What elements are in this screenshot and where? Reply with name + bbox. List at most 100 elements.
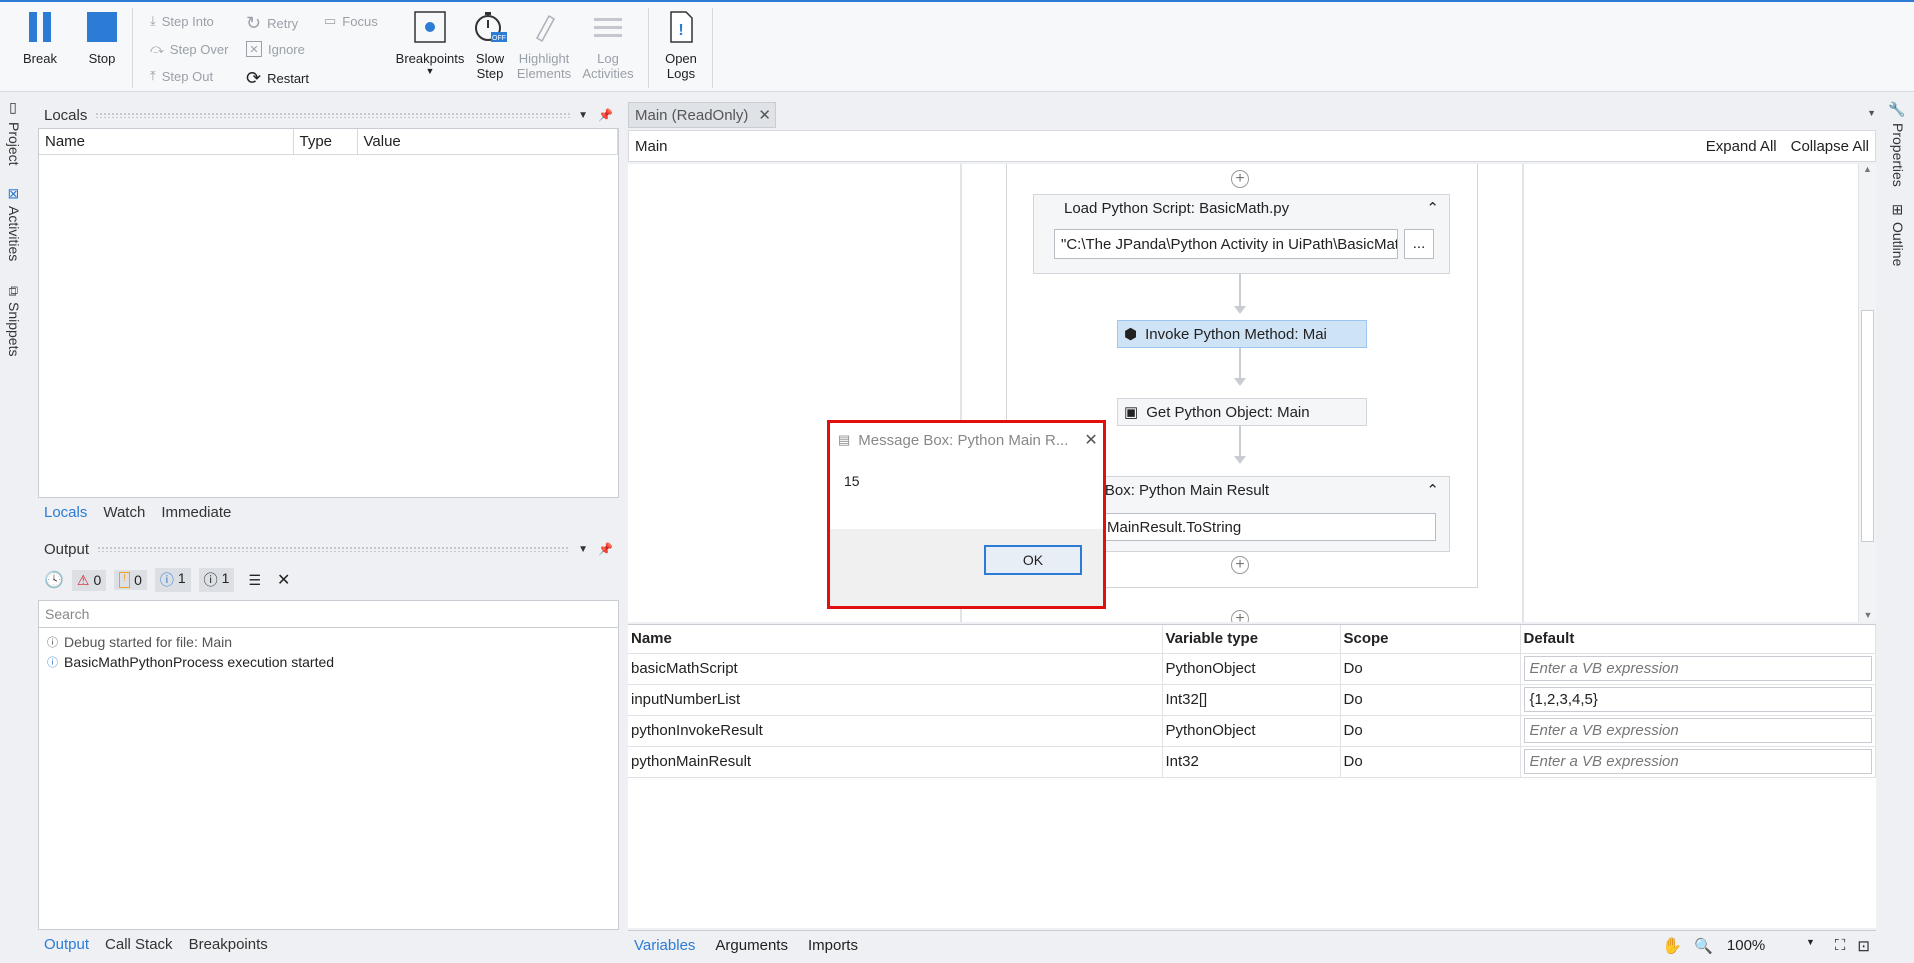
default-value-input[interactable]: Enter a VB expression <box>1523 718 1872 743</box>
variable-scope[interactable]: Do <box>1340 684 1521 716</box>
stop-button[interactable]: Stop <box>80 10 124 66</box>
scroll-down-icon[interactable]: ▼ <box>1859 610 1876 620</box>
load-python-script-activity[interactable]: Load Python Script: BasicMath.py ⌃ "C:\T… <box>1033 194 1450 274</box>
add-activity-icon[interactable]: + <box>1231 610 1249 622</box>
variable-row[interactable]: basicMathScript PythonObject Do Enter a … <box>628 653 1876 685</box>
tab-watch[interactable]: Watch <box>103 504 145 521</box>
variable-row[interactable]: pythonMainResult Int32 Do Enter a VB exp… <box>628 746 1876 778</box>
col-scope[interactable]: Scope <box>1340 625 1521 654</box>
tab-call-stack[interactable]: Call Stack <box>105 936 173 953</box>
step-over-button[interactable]: ⤼ Step Over <box>150 41 228 57</box>
output-log: ⓘ Debug started for file: Main ⓘ BasicMath… <box>38 628 619 930</box>
locals-col-name[interactable]: Name <box>39 129 294 155</box>
col-default[interactable]: Default <box>1520 625 1876 654</box>
breadcrumb[interactable]: Main <box>635 138 668 155</box>
activities-tab[interactable]: ⊠ Activities <box>6 188 22 261</box>
get-python-object-activity[interactable]: ▣ Get Python Object: Main <box>1117 398 1367 426</box>
breakpoints-button[interactable]: Breakpoints ▼ <box>394 10 466 76</box>
restart-button[interactable]: ⟳ Restart <box>246 68 309 89</box>
tab-breakpoints[interactable]: Breakpoints <box>189 936 268 953</box>
chevron-down-icon[interactable]: ▼ <box>578 110 588 121</box>
variable-scope[interactable]: Do <box>1340 653 1521 685</box>
variable-scope[interactable]: Do <box>1340 715 1521 747</box>
tab-immediate[interactable]: Immediate <box>161 504 231 521</box>
output-search-input[interactable]: Search <box>38 600 619 628</box>
zoom-select[interactable]: 100% ▼ <box>1727 937 1815 954</box>
close-icon[interactable]: ✕ <box>758 106 771 124</box>
add-activity-icon[interactable]: + <box>1231 556 1249 574</box>
overview-icon[interactable]: ⊡ <box>1857 937 1870 955</box>
properties-tab[interactable]: 🔧 Properties <box>1890 100 1906 187</box>
outline-tab[interactable]: ⊞ Outline <box>1890 204 1906 266</box>
tab-locals[interactable]: Locals <box>44 504 87 521</box>
locals-col-value[interactable]: Value <box>357 129 618 155</box>
variable-name[interactable]: inputNumberList <box>628 684 1163 716</box>
invoke-python-method-activity[interactable]: ⬢ Invoke Python Method: Mai <box>1117 320 1367 348</box>
zoom-icon[interactable]: 🔍 <box>1694 937 1713 955</box>
variable-name[interactable]: basicMathScript <box>628 653 1163 685</box>
variable-type[interactable]: PythonObject <box>1162 653 1341 685</box>
variable-row[interactable]: pythonInvokeResult PythonObject Do Enter… <box>628 715 1876 747</box>
info-filter[interactable]: ⓘ 1 <box>154 568 191 592</box>
outline-icon: ⊞ <box>1890 204 1906 216</box>
variable-name[interactable]: pythonInvokeResult <box>628 715 1163 747</box>
focus-button[interactable]: ▭ Focus <box>324 13 378 29</box>
tab-output[interactable]: Output <box>44 936 89 953</box>
open-logs-button[interactable]: ! Open Logs <box>660 10 702 81</box>
variable-type[interactable]: Int32 <box>1162 746 1341 778</box>
col-variable-type[interactable]: Variable type <box>1162 625 1341 654</box>
trace-filter[interactable]: ⓘ 1 <box>198 568 235 592</box>
slow-step-label-1: Slow <box>475 51 505 66</box>
ok-button[interactable]: OK <box>984 545 1082 575</box>
tab-arguments[interactable]: Arguments <box>715 937 788 954</box>
slow-step-button[interactable]: OFF Slow Step <box>472 10 508 81</box>
chevron-down-icon[interactable]: ▼ <box>578 544 588 555</box>
scrollbar-thumb[interactable] <box>1861 310 1874 542</box>
retry-button[interactable]: ↻ Retry <box>246 13 298 34</box>
close-icon[interactable]: ✕ <box>1084 430 1097 450</box>
variable-row[interactable]: inputNumberList Int32[] Do {1,2,3,4,5} <box>628 684 1876 716</box>
fit-to-screen-icon[interactable]: ⛶ <box>1835 937 1846 954</box>
tab-imports[interactable]: Imports <box>808 937 858 954</box>
step-into-button[interactable]: ⤓ Step Into <box>150 13 214 29</box>
col-name[interactable]: Name <box>628 625 1163 654</box>
log-activities-button[interactable]: Log Activities <box>582 10 634 81</box>
warnings-filter[interactable]: ! 0 <box>114 570 147 590</box>
tab-main-readonly[interactable]: Main (ReadOnly) ✕ <box>628 102 776 128</box>
collapse-icon[interactable]: ⌃ <box>1426 199 1439 217</box>
message-expression-input[interactable]: MainResult.ToString <box>1094 513 1436 541</box>
default-value-input[interactable]: Enter a VB expression <box>1523 749 1872 774</box>
collapse-icon[interactable]: ⌃ <box>1426 481 1439 499</box>
script-path-input[interactable]: "C:\The JPanda\Python Activity in UiPath… <box>1054 229 1398 259</box>
default-value-input[interactable]: {1,2,3,4,5} <box>1523 687 1872 712</box>
scroll-up-icon[interactable]: ▲ <box>1859 164 1876 182</box>
snippets-tab[interactable]: ⧉ Snippets <box>6 286 22 356</box>
tab-variables[interactable]: Variables <box>634 937 695 954</box>
variable-type[interactable]: Int32[] <box>1162 684 1341 716</box>
break-button[interactable]: Break <box>18 10 62 66</box>
highlight-elements-button[interactable]: Highlight Elements <box>516 10 572 81</box>
canvas-scrollbar[interactable]: ▲ ▼ <box>1858 164 1876 622</box>
clear-icon[interactable]: ✕ <box>277 570 290 590</box>
hand-pan-icon[interactable]: ✋ <box>1662 936 1682 956</box>
pin-icon[interactable]: 📌 <box>598 542 613 556</box>
default-value-input[interactable]: Enter a VB expression <box>1523 656 1872 681</box>
project-tab[interactable]: ▯ Project <box>6 100 22 166</box>
clock-icon[interactable]: 🕓 <box>44 570 64 590</box>
variable-scope[interactable]: Do <box>1340 746 1521 778</box>
step-over-icon: ⤼ <box>150 41 164 56</box>
pin-icon[interactable]: 📌 <box>598 108 613 122</box>
variable-type[interactable]: PythonObject <box>1162 715 1341 747</box>
project-icon: ▯ <box>6 100 22 116</box>
locals-col-type[interactable]: Type <box>293 129 358 155</box>
browse-button[interactable]: ... <box>1404 229 1434 259</box>
step-out-button[interactable]: ⤒ Step Out <box>150 68 213 84</box>
errors-filter[interactable]: ⚠ 0 <box>71 569 107 591</box>
filter-list-icon[interactable]: ☰ <box>248 572 261 589</box>
add-activity-icon[interactable]: + <box>1231 170 1249 188</box>
variable-name[interactable]: pythonMainResult <box>628 746 1163 778</box>
collapse-all-link[interactable]: Collapse All <box>1791 138 1869 155</box>
chevron-down-icon[interactable]: ▼ <box>1867 108 1876 118</box>
expand-all-link[interactable]: Expand All <box>1706 138 1777 155</box>
ignore-button[interactable]: ✕ Ignore <box>246 41 305 57</box>
